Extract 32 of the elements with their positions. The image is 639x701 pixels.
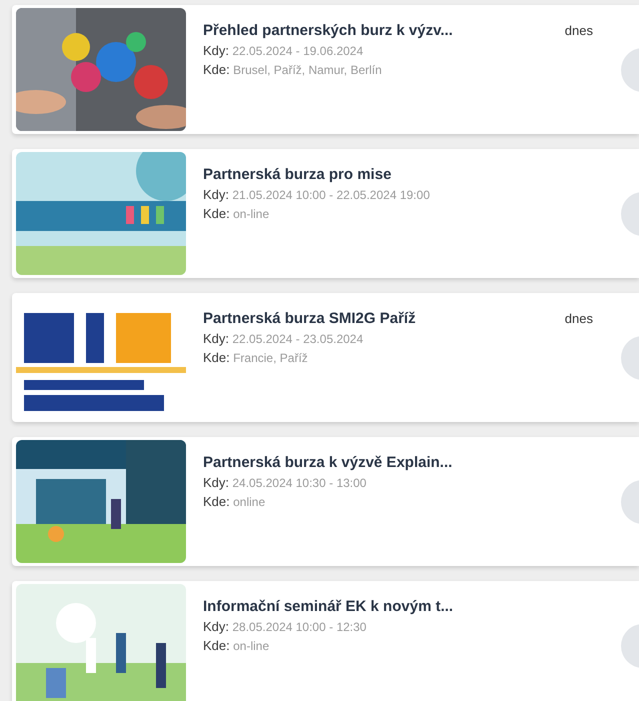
event-card[interactable]: Partnerská burza pro mise Kdy: 21.05.2024 10:00 - 22.05.2024 19:00 Kde: on-line <box>12 149 639 278</box>
event-title: Partnerská burza SMI2G Paříž <box>203 310 416 327</box>
event-place: online <box>233 495 266 509</box>
event-date: 22.05.2024 - 23.05.2024 <box>232 332 364 346</box>
field-label: Kdy: <box>203 43 230 58</box>
event-place: Brusel, Paříž, Namur, Berlín <box>233 63 382 77</box>
field-label: Kde: <box>203 494 230 509</box>
field-label: Kdy: <box>203 619 230 634</box>
field-label: Kdy: <box>203 331 230 346</box>
event-title: Partnerská burza pro mise <box>203 166 392 183</box>
today-label: dnes <box>564 311 593 326</box>
event-place: Francie, Paříž <box>233 351 308 365</box>
event-date: 24.05.2024 10:30 - 13:00 <box>232 476 366 490</box>
event-date: 28.05.2024 10:00 - 12:30 <box>232 620 366 634</box>
event-date: 22.05.2024 - 19.06.2024 <box>232 44 364 58</box>
event-title: Přehled partnerských burz k výzv... <box>203 22 453 39</box>
field-label: Kdy: <box>203 475 230 490</box>
field-label: Kde: <box>203 350 230 365</box>
field-label: Kdy: <box>203 187 230 202</box>
event-title: Partnerská burza k výzvě Explain... <box>203 454 452 471</box>
field-label: Kde: <box>203 62 230 77</box>
event-card[interactable]: Informační seminář EK k novým t... Kdy: 28.05.2024 10:00 - 12:30 Kde: on-line <box>12 581 639 701</box>
event-place: on-line <box>233 639 270 653</box>
event-place: on-line <box>233 207 270 221</box>
field-label: Kde: <box>203 638 230 653</box>
event-card[interactable]: Přehled partnerských burz k výzv... dnes Kdy: 22.05.2024 - 19.06.2024 Kde: Brusel, Paříž, Namur, Berlín <box>12 5 639 134</box>
event-date: 21.05.2024 10:00 - 22.05.2024 19:00 <box>232 188 430 202</box>
event-title: Informační seminář EK k novým t... <box>203 598 454 615</box>
event-card[interactable]: Partnerská burza SMI2G Paříž dnes Kdy: 22.05.2024 - 23.05.2024 Kde: Francie, Paříž <box>12 293 639 422</box>
field-label: Kde: <box>203 206 230 221</box>
today-label: dnes <box>564 23 593 38</box>
event-card[interactable]: Partnerská burza k výzvě Explain... Kdy: 24.05.2024 10:30 - 13:00 Kde: online <box>12 437 639 566</box>
